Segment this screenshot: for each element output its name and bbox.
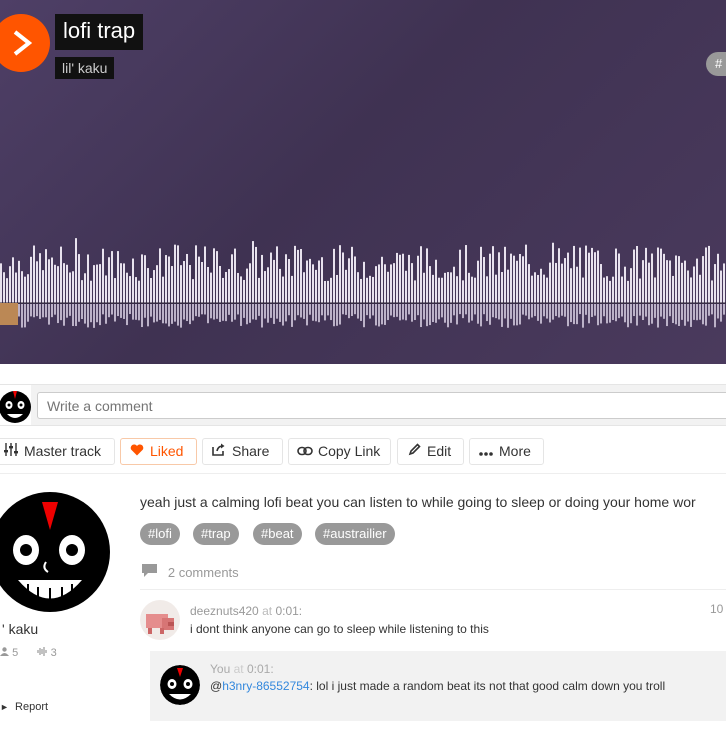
tag-austrailier[interactable]: #austrailier [315,523,395,545]
reply-avatar[interactable] [160,665,200,705]
comments-count: 2 comments [142,564,239,580]
link-icon [297,439,313,464]
speech-bubble-icon [142,564,161,580]
share-icon [211,439,227,464]
track-hero: lofi trap lil' kaku # [0,0,726,364]
comment-timestamp: 10 [710,602,724,616]
comment-input[interactable] [37,392,726,419]
divider [0,473,726,474]
comment-position[interactable]: 0:01 [275,604,298,618]
reply-username[interactable]: You [210,662,230,676]
tag-lofi[interactable]: #lofi [140,523,180,545]
uploader-stats: 5 3 [0,647,57,659]
comment-meta: deeznuts420 at 0:01: [190,604,303,618]
track-artist[interactable]: lil' kaku [55,57,115,79]
uploader-name[interactable]: ' kaku [2,621,38,637]
comment-username[interactable]: deeznuts420 [190,604,259,618]
reply-meta: You at 0:01: [210,662,274,676]
reply-comment: You at 0:01: @h3nry-86552754: lol i just… [150,651,726,721]
master-track-button[interactable]: Master track [0,438,115,465]
ellipsis-icon [478,439,494,464]
reply-text: @h3nry-86552754: lol i just made a rando… [210,679,666,693]
waveform[interactable] [0,236,726,332]
sliders-icon [3,439,19,464]
more-button[interactable]: More [469,438,544,465]
comment-bar [0,384,726,426]
comment-text: i dont think anyone can go to sleep whil… [190,622,489,636]
comments-divider [140,589,726,590]
reply-position[interactable]: 0:01 [247,662,270,676]
report-link[interactable]: ► Report [0,701,48,713]
followers-count[interactable]: 5 [12,647,18,659]
liked-button[interactable]: Liked [120,438,197,465]
uploader-avatar[interactable] [0,492,110,612]
heart-icon [129,439,145,464]
track-description: yeah just a calming lofi beat you can li… [140,494,696,510]
tag-trap[interactable]: #trap [193,523,239,545]
commenter-avatar[interactable] [140,600,180,640]
pencil-icon [406,439,422,464]
reply-mention[interactable]: h3nry-86552754 [222,679,309,693]
tracks-count[interactable]: 3 [51,647,57,659]
play-icon [13,30,32,56]
flag-icon: ► [0,702,9,712]
copy-link-button[interactable]: Copy Link [288,438,391,465]
track-title: lofi trap [55,14,144,50]
my-avatar [0,385,31,425]
waveform-comment-avatar[interactable] [0,303,18,325]
edit-button[interactable]: Edit [397,438,464,465]
play-button[interactable] [0,14,50,72]
tag-beat[interactable]: #beat [253,523,302,545]
tracks-icon [36,647,51,659]
followers-icon [0,647,12,659]
hero-tag[interactable]: # [706,52,726,76]
share-button[interactable]: Share [202,438,283,465]
